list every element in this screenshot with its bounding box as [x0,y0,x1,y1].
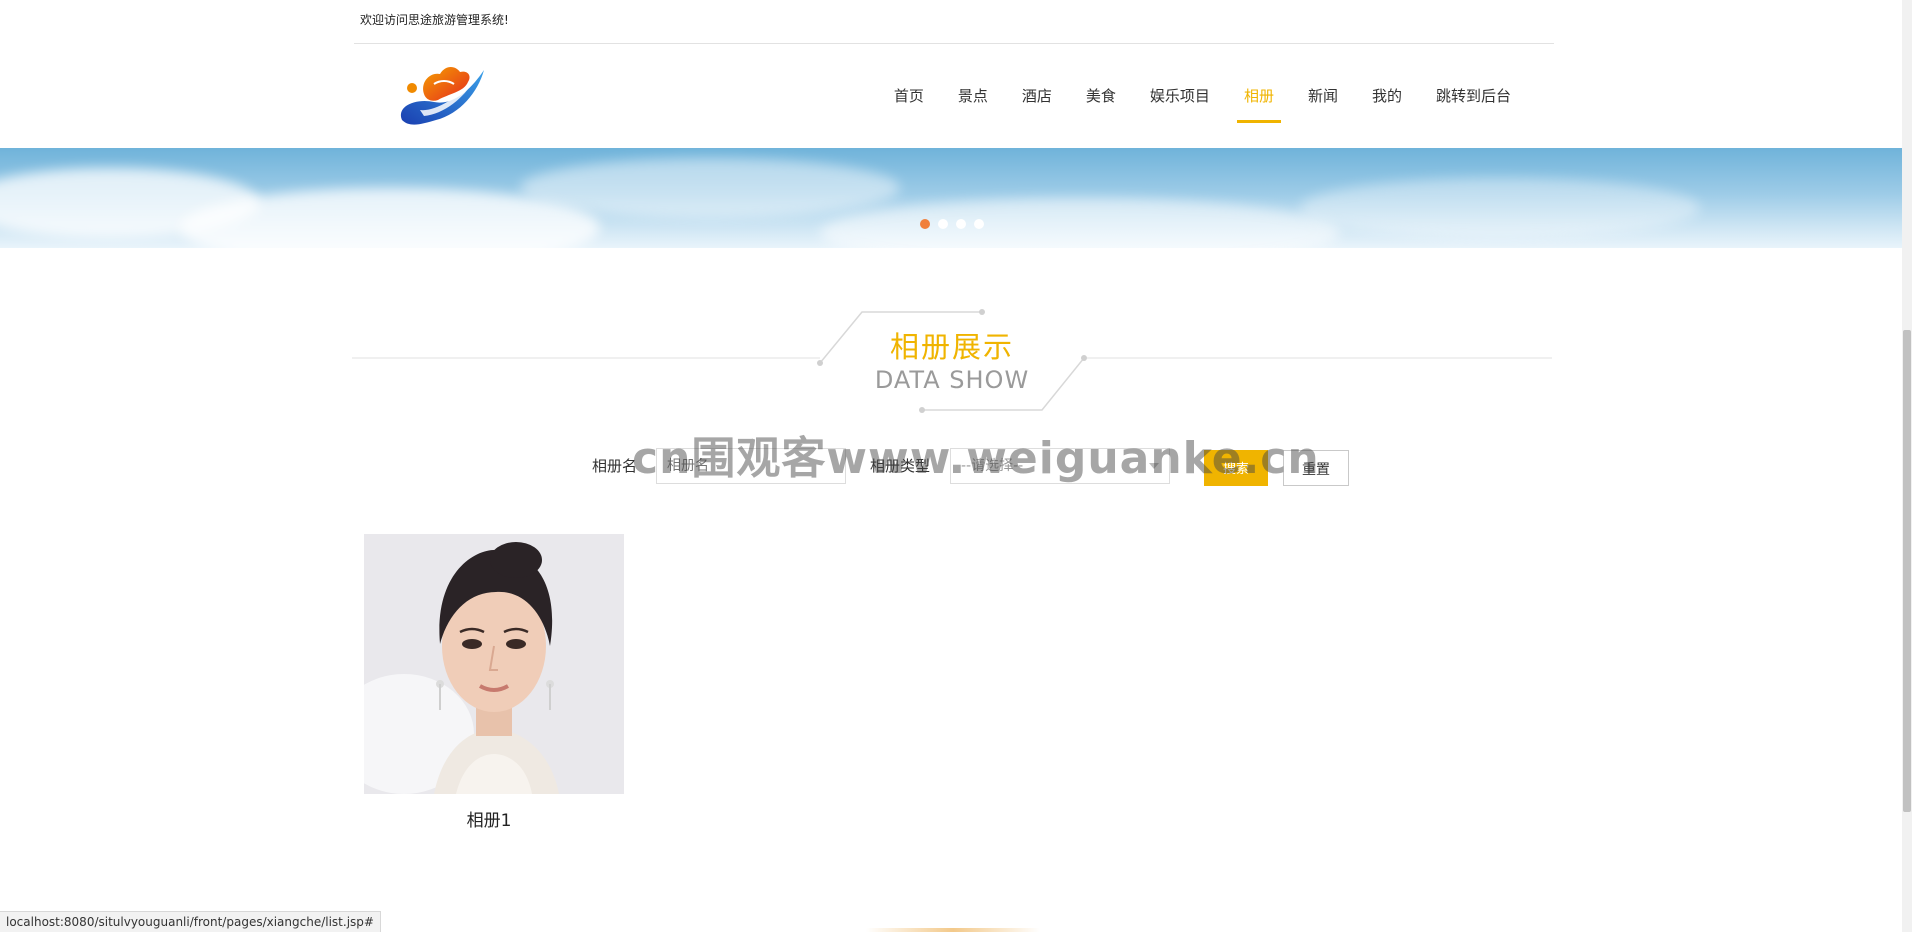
nav-item-news[interactable]: 新闻 [1291,44,1355,148]
nav-item-entertainment[interactable]: 娱乐项目 [1133,44,1227,148]
nav-item-hotels[interactable]: 酒店 [1005,44,1069,148]
section-title: 相册展示 DATA SHOW [352,306,1552,416]
album-title[interactable]: 相册1 [354,806,624,831]
section-title-en: DATA SHOW [874,366,1030,394]
album-type-label: 相册类型 [870,457,931,475]
nav-item-albums[interactable]: 相册 [1227,44,1291,148]
footer-decoration [866,928,1040,932]
banner-carousel[interactable] [0,148,1902,248]
album-name-label: 相册名 [592,457,638,475]
reset-button[interactable]: 重置 [1283,450,1349,486]
carousel-dot[interactable] [920,219,930,229]
album-photo[interactable] [364,534,624,794]
chevron-down-icon [1149,463,1159,469]
main-nav: 首页 景点 酒店 美食 娱乐项目 相册 新闻 我的 跳转到后台 [877,44,1528,148]
nav-item-mine[interactable]: 我的 [1355,44,1419,148]
page-scrollbar[interactable] [1902,0,1912,932]
welcome-text: 欢迎访问思途旅游管理系统! [360,13,509,27]
welcome-bar: 欢迎访问思途旅游管理系统! [354,0,1554,44]
carousel-dot[interactable] [974,219,984,229]
nav-item-attractions[interactable]: 景点 [941,44,1005,148]
site-header: 首页 景点 酒店 美食 娱乐项目 相册 新闻 我的 跳转到后台 [354,44,1554,148]
dragon-logo-icon[interactable] [394,58,490,134]
album-type-selected: --请选择-- [961,458,1024,474]
album-type-select[interactable]: --请选择-- [950,448,1170,484]
nav-item-home[interactable]: 首页 [877,44,941,148]
album-card[interactable]: 相册1 [364,534,624,831]
status-bar-url: localhost:8080/situlvyouguanli/front/pag… [0,911,381,932]
search-button[interactable]: 搜索 [1204,450,1268,486]
carousel-dot[interactable] [956,219,966,229]
nav-item-admin[interactable]: 跳转到后台 [1419,44,1528,148]
carousel-indicators [920,219,984,229]
carousel-dot[interactable] [938,219,948,229]
scrollbar-thumb[interactable] [1903,330,1911,812]
nav-item-food[interactable]: 美食 [1069,44,1133,148]
album-name-input[interactable] [656,448,846,484]
section-title-cn: 相册展示 [889,330,1014,364]
